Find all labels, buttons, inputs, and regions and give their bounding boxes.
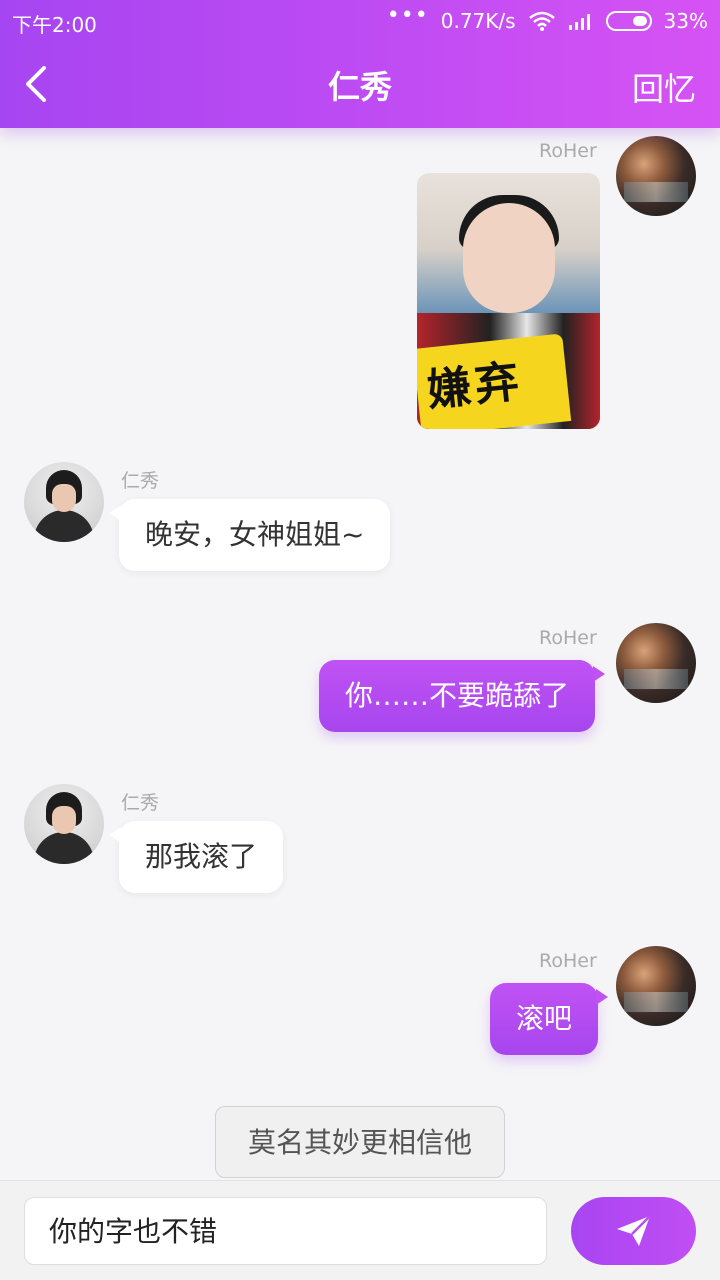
status-bar: 下午2:00 ••• 0.77K/s 33% xyxy=(0,0,720,42)
incoming-message-bubble[interactable]: 晚安，女神姐姐~ xyxy=(108,499,391,571)
sticker-face xyxy=(463,203,555,313)
battery-icon xyxy=(605,10,652,31)
message-input[interactable]: 你的字也不错 xyxy=(24,1197,547,1265)
suggestion-chip[interactable]: 莫名其妙更相信他 xyxy=(215,1106,505,1178)
sticker-caption: 嫌弃 xyxy=(417,333,572,429)
my-avatar[interactable] xyxy=(616,623,696,703)
paper-plane-icon xyxy=(616,1215,651,1246)
signal-icon xyxy=(568,13,590,30)
app-header: 下午2:00 ••• 0.77K/s 33% 仁秀 回忆 xyxy=(0,0,720,128)
status-time: 下午2:00 xyxy=(12,13,97,37)
composer-bar: 你的字也不错 xyxy=(0,1180,720,1280)
my-avatar[interactable] xyxy=(616,136,696,216)
network-speed: 0.77K/s xyxy=(440,8,516,33)
send-button[interactable] xyxy=(571,1197,696,1265)
sender-name: RoHer xyxy=(539,627,597,649)
notification-dots: ••• xyxy=(386,3,429,28)
sender-name: RoHer xyxy=(539,140,597,162)
battery-level: 33% xyxy=(663,8,708,33)
sender-name: RoHer xyxy=(539,950,597,972)
wifi-icon xyxy=(528,11,555,31)
memories-button[interactable]: 回忆 xyxy=(632,64,696,110)
contact-avatar[interactable] xyxy=(24,462,104,542)
sticker-image[interactable]: 嫌弃 xyxy=(417,173,600,429)
sender-name: 仁秀 xyxy=(121,792,160,814)
status-indicators: ••• 0.77K/s 33% xyxy=(387,3,708,33)
incoming-message-bubble[interactable]: 那我滚了 xyxy=(108,821,284,893)
contact-avatar[interactable] xyxy=(24,784,104,864)
sender-name: 仁秀 xyxy=(121,470,160,492)
outgoing-message-bubble[interactable]: 你……不要跪舔了 xyxy=(319,660,606,732)
my-avatar[interactable] xyxy=(616,946,696,1026)
outgoing-message-bubble[interactable]: 滚吧 xyxy=(490,983,609,1055)
chat-title: 仁秀 xyxy=(327,68,392,106)
